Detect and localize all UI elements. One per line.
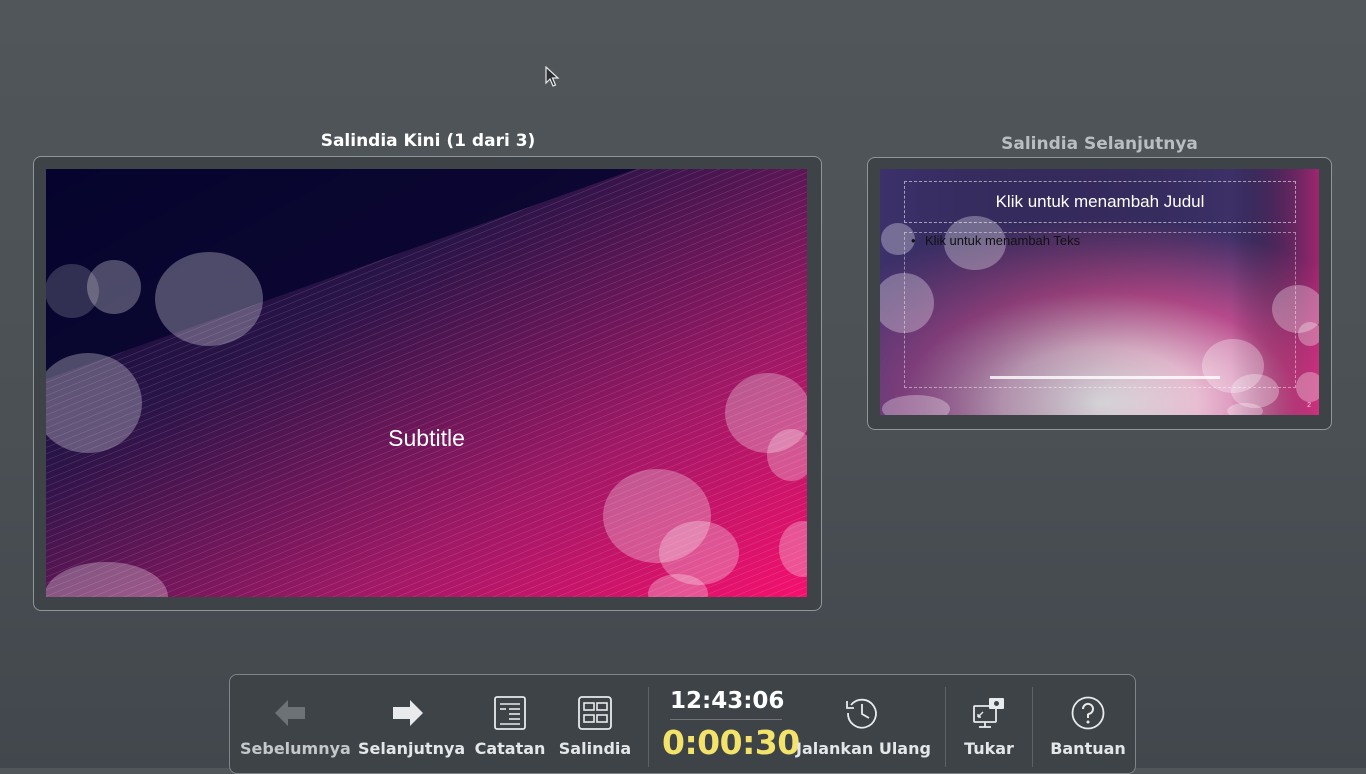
toolbar-separator <box>945 687 946 767</box>
bullet-marker: • <box>911 233 916 248</box>
exchange-button[interactable]: Tukar <box>958 695 1020 758</box>
previous-button[interactable]: Sebelumnya <box>240 695 351 758</box>
arrow-left-icon <box>275 700 305 726</box>
notes-button[interactable]: Catatan <box>474 695 546 758</box>
help-icon <box>1071 696 1105 730</box>
current-slide-heading: Salindia Kini (1 dari 3) <box>320 131 536 151</box>
clock-display: 12:43:06 <box>670 688 785 714</box>
next-button[interactable]: Selanjutnya <box>358 695 466 758</box>
body-placeholder-text: Klik untuk menambah Teks <box>925 233 1081 248</box>
next-slide-preview[interactable]: Klik untuk menambah Judul • Klik untuk me… <box>880 169 1319 415</box>
body-placeholder: • Klik untuk menambah Teks <box>904 232 1296 388</box>
current-slide-background <box>46 169 807 597</box>
help-button[interactable]: Bantuan <box>1048 695 1128 758</box>
slides-button[interactable]: Salindia <box>558 695 632 758</box>
slide-subtitle: Subtitle <box>388 425 465 451</box>
current-slide-preview[interactable]: Subtitle <box>46 169 807 597</box>
help-label: Bantuan <box>1050 739 1126 758</box>
restart-label: Jalankan Ulang <box>796 739 931 758</box>
exchange-screens-icon <box>973 698 1004 728</box>
toolbar-separator <box>648 687 649 767</box>
slides-label: Salindia <box>558 739 632 758</box>
notes-icon <box>494 696 526 730</box>
clock-divider <box>670 719 782 720</box>
elapsed-timer: 0:00:30 <box>662 723 800 762</box>
notes-label: Catatan <box>474 739 546 758</box>
exchange-label: Tukar <box>964 739 1014 758</box>
next-slide-heading: Salindia Selanjutnya <box>1001 134 1198 154</box>
slide-page-number: 2 <box>1307 402 1311 409</box>
next-label: Selanjutnya <box>358 739 466 758</box>
restart-button[interactable]: Jalankan Ulang <box>796 695 931 758</box>
mouse-cursor-icon <box>545 66 560 87</box>
toolbar-separator <box>1032 687 1033 767</box>
title-placeholder: Klik untuk menambah Judul <box>904 181 1296 223</box>
restart-clock-icon <box>846 698 877 729</box>
previous-label: Sebelumnya <box>240 739 351 758</box>
slides-grid-icon <box>578 696 612 730</box>
arrow-right-icon <box>393 700 423 726</box>
presenter-toolbar: Sebelumnya Selanjutnya Catatan Salindia … <box>229 674 1136 774</box>
